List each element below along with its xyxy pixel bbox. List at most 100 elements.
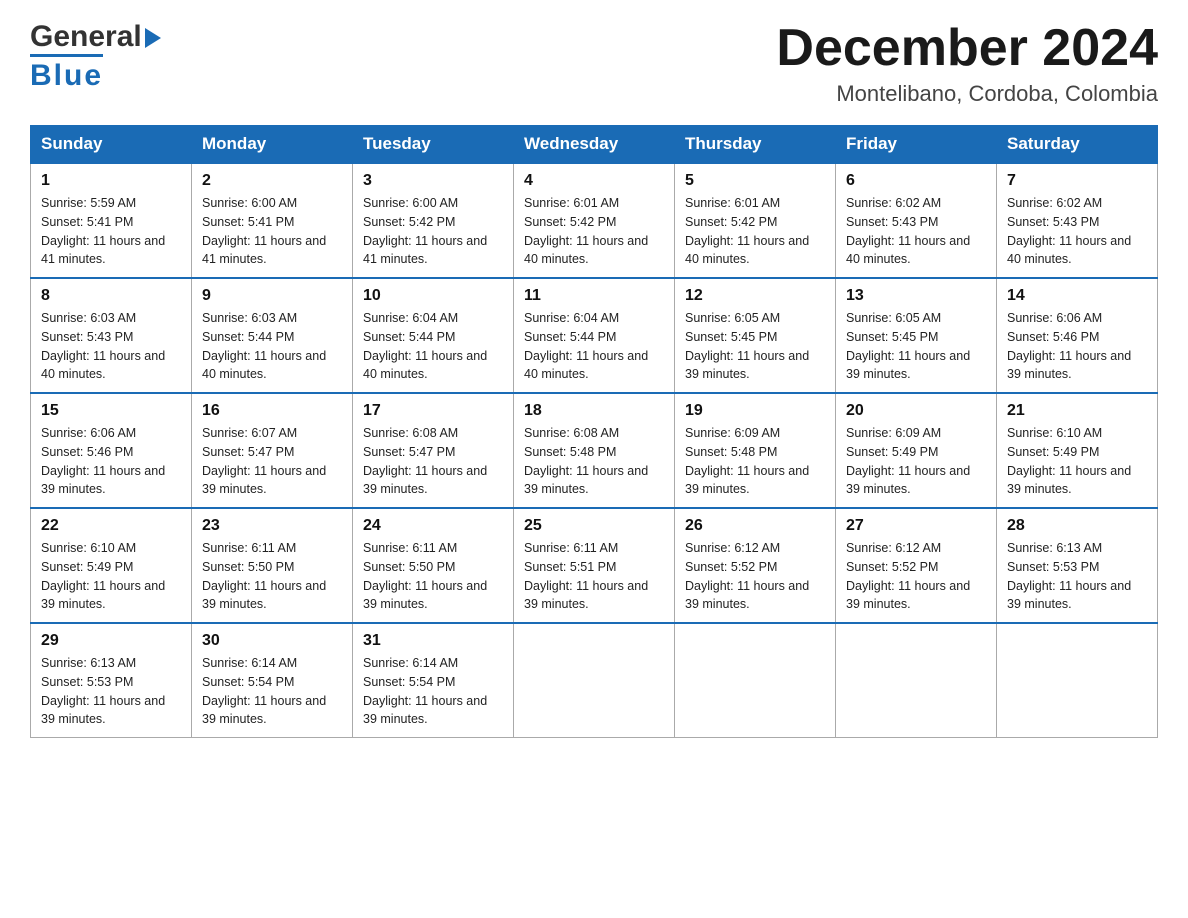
calendar-cell: 27Sunrise: 6:12 AMSunset: 5:52 PMDayligh… [836,508,997,623]
day-info: Sunrise: 6:13 AMSunset: 5:53 PMDaylight:… [1007,539,1147,614]
day-number: 10 [363,287,503,305]
week-row-4: 22 Sunrise: 6:10 AMSunset: 5:49 PMDayligh… [31,508,1158,623]
day-number: 28 [1007,517,1147,535]
day-number: 11 [524,287,664,305]
calendar-cell: 3 Sunrise: 6:00 AMSunset: 5:42 PMDaylight… [353,163,514,278]
day-number: 14 [1007,287,1147,305]
day-info: Sunrise: 6:12 AMSunset: 5:52 PMDaylight:… [685,539,825,614]
day-number: 6 [846,172,986,190]
calendar-cell: 4Sunrise: 6:01 AMSunset: 5:42 PMDaylight… [514,163,675,278]
day-info: Sunrise: 5:59 AMSunset: 5:41 PMDaylight:… [41,194,181,269]
header-day-tuesday: Tuesday [353,126,514,164]
day-number: 3 [363,172,503,190]
day-info: Sunrise: 6:08 AMSunset: 5:47 PMDaylight:… [363,424,503,499]
calendar-cell: 10 Sunrise: 6:04 AMSunset: 5:44 PMDayligh… [353,278,514,393]
calendar-cell: 18 Sunrise: 6:08 AMSunset: 5:48 PMDayligh… [514,393,675,508]
header-day-saturday: Saturday [997,126,1158,164]
calendar-cell: 15Sunrise: 6:06 AMSunset: 5:46 PMDayligh… [31,393,192,508]
calendar-cell: 19 Sunrise: 6:09 AMSunset: 5:48 PMDayligh… [675,393,836,508]
day-number: 20 [846,402,986,420]
day-number: 13 [846,287,986,305]
calendar-cell: 11 Sunrise: 6:04 AMSunset: 5:44 PMDayligh… [514,278,675,393]
day-info: Sunrise: 6:11 AMSunset: 5:50 PMDaylight:… [363,539,503,614]
day-number: 24 [363,517,503,535]
calendar-cell: 28 Sunrise: 6:13 AMSunset: 5:53 PMDayligh… [997,508,1158,623]
calendar-cell: 20 Sunrise: 6:09 AMSunset: 5:49 PMDayligh… [836,393,997,508]
day-number: 21 [1007,402,1147,420]
day-info: Sunrise: 6:05 AMSunset: 5:45 PMDaylight:… [846,309,986,384]
calendar-cell: 29 Sunrise: 6:13 AMSunset: 5:53 PMDayligh… [31,623,192,738]
calendar-cell: 26 Sunrise: 6:12 AMSunset: 5:52 PMDayligh… [675,508,836,623]
calendar-cell: 21 Sunrise: 6:10 AMSunset: 5:49 PMDayligh… [997,393,1158,508]
day-info: Sunrise: 6:00 AMSunset: 5:41 PMDaylight:… [202,194,342,269]
day-info: Sunrise: 6:06 AMSunset: 5:46 PMDaylight:… [41,424,181,499]
calendar-cell: 1 Sunrise: 5:59 AMSunset: 5:41 PMDaylight… [31,163,192,278]
day-info: Sunrise: 6:04 AMSunset: 5:44 PMDaylight:… [524,309,664,384]
calendar-cell: 24 Sunrise: 6:11 AMSunset: 5:50 PMDayligh… [353,508,514,623]
week-row-3: 15Sunrise: 6:06 AMSunset: 5:46 PMDayligh… [31,393,1158,508]
calendar-cell: 22 Sunrise: 6:10 AMSunset: 5:49 PMDayligh… [31,508,192,623]
day-info: Sunrise: 6:03 AMSunset: 5:43 PMDaylight:… [41,309,181,384]
day-number: 8 [41,287,181,305]
day-info: Sunrise: 6:07 AMSunset: 5:47 PMDaylight:… [202,424,342,499]
day-number: 7 [1007,172,1147,190]
calendar-cell [997,623,1158,738]
calendar-cell: 2 Sunrise: 6:00 AMSunset: 5:41 PMDaylight… [192,163,353,278]
day-number: 9 [202,287,342,305]
day-number: 22 [41,517,181,535]
day-number: 26 [685,517,825,535]
day-info: Sunrise: 6:04 AMSunset: 5:44 PMDaylight:… [363,309,503,384]
day-number: 19 [685,402,825,420]
header-day-thursday: Thursday [675,126,836,164]
month-title: December 2024 [776,20,1158,77]
day-info: Sunrise: 6:09 AMSunset: 5:49 PMDaylight:… [846,424,986,499]
calendar-cell: 5Sunrise: 6:01 AMSunset: 5:42 PMDaylight… [675,163,836,278]
calendar-cell: 16 Sunrise: 6:07 AMSunset: 5:47 PMDayligh… [192,393,353,508]
day-number: 2 [202,172,342,190]
day-info: Sunrise: 6:13 AMSunset: 5:53 PMDaylight:… [41,654,181,729]
week-row-2: 8 Sunrise: 6:03 AMSunset: 5:43 PMDaylight… [31,278,1158,393]
calendar-cell: 13 Sunrise: 6:05 AMSunset: 5:45 PMDayligh… [836,278,997,393]
header-row: SundayMondayTuesdayWednesdayThursdayFrid… [31,126,1158,164]
day-info: Sunrise: 6:14 AMSunset: 5:54 PMDaylight:… [202,654,342,729]
calendar-cell [514,623,675,738]
calendar-cell: 30 Sunrise: 6:14 AMSunset: 5:54 PMDayligh… [192,623,353,738]
day-info: Sunrise: 6:02 AMSunset: 5:43 PMDaylight:… [846,194,986,269]
day-number: 25 [524,517,664,535]
calendar-cell: 31 Sunrise: 6:14 AMSunset: 5:54 PMDayligh… [353,623,514,738]
header-day-sunday: Sunday [31,126,192,164]
day-number: 31 [363,632,503,650]
day-info: Sunrise: 6:10 AMSunset: 5:49 PMDaylight:… [1007,424,1147,499]
calendar-cell: 9Sunrise: 6:03 AMSunset: 5:44 PMDaylight… [192,278,353,393]
day-number: 29 [41,632,181,650]
day-info: Sunrise: 6:00 AMSunset: 5:42 PMDaylight:… [363,194,503,269]
day-info: Sunrise: 6:14 AMSunset: 5:54 PMDaylight:… [363,654,503,729]
day-number: 1 [41,172,181,190]
calendar-cell: 12Sunrise: 6:05 AMSunset: 5:45 PMDayligh… [675,278,836,393]
logo-blue: Blue [30,59,103,92]
day-info: Sunrise: 6:09 AMSunset: 5:48 PMDaylight:… [685,424,825,499]
page-header: General Blue December 2024 Montelibano, … [30,20,1158,107]
day-info: Sunrise: 6:01 AMSunset: 5:42 PMDaylight:… [524,194,664,269]
calendar-cell: 8 Sunrise: 6:03 AMSunset: 5:43 PMDaylight… [31,278,192,393]
calendar-table: SundayMondayTuesdayWednesdayThursdayFrid… [30,125,1158,738]
calendar-cell: 14 Sunrise: 6:06 AMSunset: 5:46 PMDayligh… [997,278,1158,393]
day-number: 5 [685,172,825,190]
header-day-wednesday: Wednesday [514,126,675,164]
day-number: 30 [202,632,342,650]
day-info: Sunrise: 6:05 AMSunset: 5:45 PMDaylight:… [685,309,825,384]
day-number: 18 [524,402,664,420]
day-info: Sunrise: 6:11 AMSunset: 5:50 PMDaylight:… [202,539,342,614]
calendar-cell [836,623,997,738]
calendar-cell: 6 Sunrise: 6:02 AMSunset: 5:43 PMDaylight… [836,163,997,278]
title-area: December 2024 Montelibano, Cordoba, Colo… [776,20,1158,107]
day-number: 16 [202,402,342,420]
day-info: Sunrise: 6:08 AMSunset: 5:48 PMDaylight:… [524,424,664,499]
day-info: Sunrise: 6:06 AMSunset: 5:46 PMDaylight:… [1007,309,1147,384]
day-info: Sunrise: 6:10 AMSunset: 5:49 PMDaylight:… [41,539,181,614]
calendar-cell: 25Sunrise: 6:11 AMSunset: 5:51 PMDayligh… [514,508,675,623]
day-info: Sunrise: 6:12 AMSunset: 5:52 PMDaylight:… [846,539,986,614]
week-row-5: 29 Sunrise: 6:13 AMSunset: 5:53 PMDayligh… [31,623,1158,738]
calendar-cell: 23Sunrise: 6:11 AMSunset: 5:50 PMDayligh… [192,508,353,623]
location: Montelibano, Cordoba, Colombia [776,81,1158,107]
